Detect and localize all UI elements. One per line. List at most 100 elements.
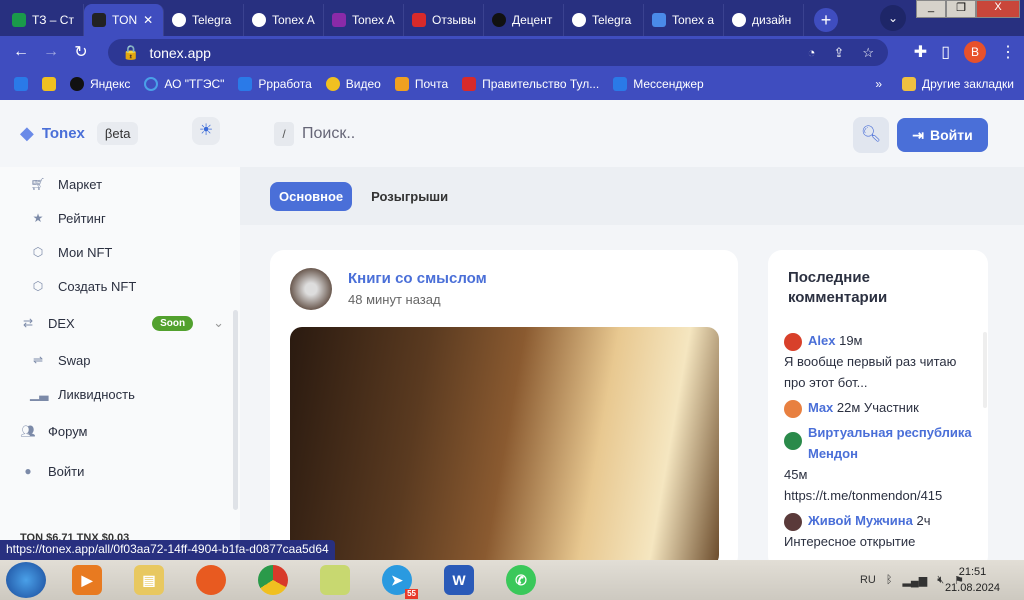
tab-main[interactable]: Основное [270,181,353,211]
gmail-icon[interactable] [42,77,56,91]
user-avatar[interactable] [784,432,802,450]
comment-user[interactable]: Виртуальная республика Мендон [808,425,972,461]
bookmark[interactable]: Мессенджер [613,77,704,91]
sidebar-item-create-nft[interactable]: ⬡ Создать NFT [0,269,240,303]
sidebar-item-market[interactable]: 🛒︎ Маркет [0,167,240,201]
tonex-icon [92,13,106,27]
theme-toggle-sun-icon[interactable]: ☀ [192,117,220,145]
search-shortcut-hint: / [274,121,294,146]
clock[interactable]: 21:51 21.08.2024 [945,564,1000,596]
sidepanel-icon[interactable]: ▯ [941,42,950,62]
comment-user[interactable]: Max [808,400,833,415]
reload-button[interactable]: ↻ [66,42,96,62]
volume-muted-icon[interactable]: 🔇︎ [937,574,944,587]
bluetooth-icon[interactable]: ᛒ [886,574,893,587]
user-avatar[interactable] [784,512,802,531]
telegram-icon[interactable]: ➤ 55 [382,565,418,599]
close-window-button[interactable]: X [976,0,1020,18]
comment-item[interactable]: Max 22м Участник [784,397,972,418]
other-bookmarks[interactable]: » Другие закладки [875,77,1014,91]
address-bar[interactable]: 🔒 tonex.app ◔ ⇪ ☆ [108,39,888,66]
signal-icon[interactable]: ▂▄▆ [902,574,927,587]
bookmark[interactable]: Почта [394,77,448,91]
back-button[interactable]: ← [6,43,36,61]
forward-button[interactable]: → [36,43,66,61]
recent-comments-panel: Последние комментарии Alex 19м Я вообще п… [768,250,988,570]
language-indicator[interactable]: RU [860,574,876,587]
bookmark-star-icon[interactable]: ☆ [862,45,874,61]
extensions-icon[interactable]: ✚ [914,42,927,62]
bookmark[interactable]: АО "ТГЭС" [144,77,224,91]
bookmark[interactable]: Правительство Тул... [462,77,599,91]
post-card[interactable]: Книги со смыслом 48 минут назад [270,250,738,570]
chrome-icon[interactable] [258,565,288,595]
menu-icon[interactable]: ⋮ [1000,42,1016,62]
whatsapp-icon[interactable]: ✆ [506,565,536,595]
browser-tab[interactable]: Tonex A [244,4,324,36]
word-icon[interactable]: W [444,565,474,595]
user-avatar[interactable] [784,332,802,351]
performance-icon[interactable]: ◔ [808,45,816,61]
post-channel-title[interactable]: Книги со смыслом [348,270,487,287]
bookmark[interactable]: Ррработа [238,77,312,91]
explorer-icon[interactable]: ▤ [134,565,164,595]
chevron-down-icon[interactable]: ⌄ [213,315,224,331]
start-button[interactable] [6,562,46,598]
comment-user[interactable]: Живой Мужчина [808,513,913,528]
new-tab-button[interactable]: + [814,8,838,32]
close-tab-icon[interactable]: ✕ [143,13,153,27]
minimize-button[interactable]: _ [916,0,946,18]
soon-badge: Soon [152,315,194,331]
login-icon: ⇥ [912,126,924,143]
sidebar-scrollbar[interactable] [233,310,238,510]
browser-tab[interactable]: Tonex A [324,4,404,36]
post-timestamp: 48 минут назад [348,292,441,307]
browser-tab[interactable]: Отзывы [404,4,484,36]
sidebar-item-swap[interactable]: ⇌ Swap [0,343,240,377]
play-icon [325,77,340,91]
media-player-icon[interactable]: ▶ [72,565,102,595]
lock-icon: 🔒 [122,44,140,60]
more-bookmarks-icon[interactable]: » [875,77,882,91]
browser-tab[interactable]: Telegra [564,4,644,36]
comment-user[interactable]: Alex [808,333,835,348]
share-icon[interactable]: ⇪ [833,45,844,61]
comment-item[interactable]: Alex 19м Я вообще первый раз читаю про эт… [784,330,972,393]
swap-icon: ⇌ [32,353,44,367]
sticky-notes-icon[interactable] [320,565,350,595]
user-avatar[interactable] [784,399,802,418]
browser-tab[interactable]: ТЗ – Ст [4,4,84,36]
search-input[interactable]: Поиск.. [302,125,355,143]
profile-avatar[interactable]: B [964,41,986,63]
browser-tab[interactable]: Telegra [164,4,244,36]
cart-icon: 🛒︎ [30,177,46,191]
sidebar-item-forum[interactable]: 👥︎ Форум [0,411,240,451]
bookmark[interactable]: Яндекс [70,77,130,91]
sidebar-item-login[interactable]: ● Войти [0,451,240,491]
browser-tab-active[interactable]: TON ✕ [84,4,164,36]
browser-tab[interactable]: Tonex a [644,4,724,36]
logo-text[interactable]: Tonex [42,125,85,142]
login-button[interactable]: ⇥ Войти [897,118,988,152]
star-icon: ★ [32,211,44,225]
browser-tab[interactable]: дизайн [724,4,804,36]
beta-badge: βeta [96,122,139,145]
sidebar-item-dex[interactable]: ⇄ DEX Soon ⌄ [0,303,240,343]
sidebar-item-liquidity[interactable]: ▁▃ Ликвидность [0,377,240,411]
tab-giveaways[interactable]: Розыгрыши [362,182,457,211]
sidebar-item-rating[interactable]: ★ Рейтинг [0,201,240,235]
post-image[interactable] [290,327,719,567]
channel-avatar[interactable] [290,268,332,310]
bookmark[interactable]: Видео [325,77,381,91]
tab-search-button[interactable]: ⌄ [880,5,906,31]
sidebar-item-my-nft[interactable]: ⬡ Мои NFT [0,235,240,269]
comments-scrollbar[interactable] [983,332,987,408]
vk-icon[interactable] [14,77,28,91]
maximize-button[interactable]: ❐ [946,0,976,18]
search-icon[interactable]: 🔍︎ [853,117,889,153]
comment-item[interactable]: Живой Мужчина 2ч Интересное открытие [784,510,972,552]
firefox-icon[interactable] [196,565,226,595]
sidebar: ◆ Tonex βeta ☀ 🛒︎ Маркет ★ Рейтинг ⬡ Мои NF… [0,100,240,560]
browser-tab[interactable]: Децент [484,4,564,36]
comment-item[interactable]: Виртуальная республика Мендон [784,422,972,464]
